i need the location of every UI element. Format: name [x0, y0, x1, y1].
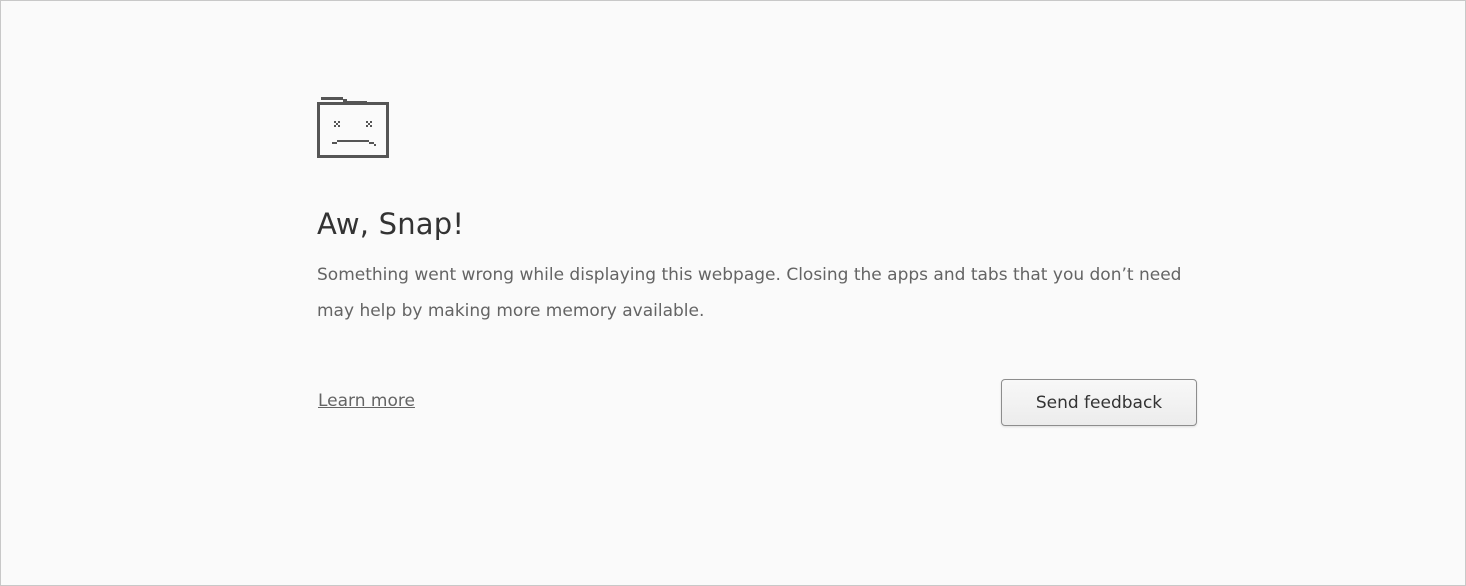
error-page: Aw, Snap! Something went wrong while dis… [0, 0, 1466, 586]
error-content: Aw, Snap! Something went wrong while dis… [317, 97, 1199, 426]
send-feedback-button[interactable]: Send feedback [1001, 379, 1197, 426]
learn-more-link[interactable]: Learn more [318, 391, 415, 411]
error-message: Something went wrong while displaying th… [317, 265, 1182, 321]
sad-tab-icon [317, 97, 389, 158]
error-actions: Learn more Send feedback [317, 379, 1199, 427]
error-title: Aw, Snap! [317, 207, 465, 241]
